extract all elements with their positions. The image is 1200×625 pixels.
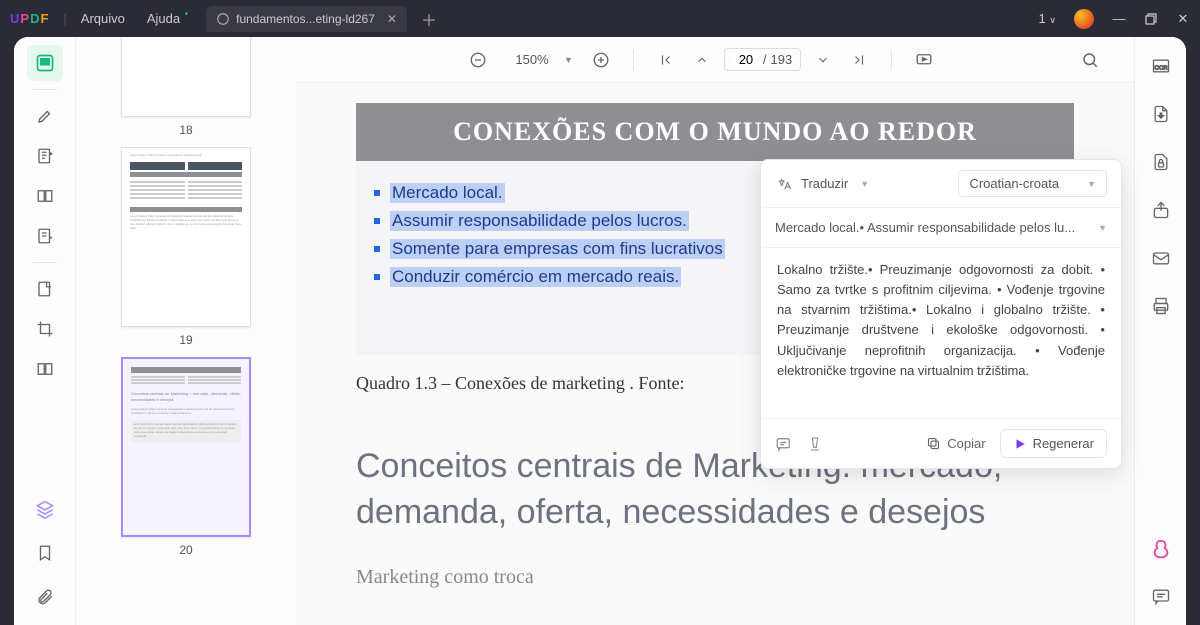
search-button[interactable] <box>1076 46 1104 74</box>
presentation-button[interactable] <box>910 46 938 74</box>
add-tab-button[interactable]: ＋ <box>421 7 437 31</box>
ai-assistant-button[interactable] <box>1146 535 1176 565</box>
thumbnail-label: 20 <box>121 543 251 557</box>
translate-source-row[interactable]: Mercado local.• Assumir responsabilidade… <box>761 208 1121 248</box>
minimize-button[interactable]: — <box>1112 11 1126 26</box>
target-language-label: Croatian-croata <box>969 176 1059 191</box>
bookmark-button[interactable] <box>27 535 63 571</box>
translate-panel: Traduzir ▼ Croatian-croata ▼ Mercado loc… <box>760 159 1122 469</box>
layers-button[interactable] <box>27 491 63 527</box>
chevron-down-icon: ▼ <box>1098 223 1107 233</box>
regenerate-label: Regenerar <box>1033 436 1094 451</box>
page-current-input[interactable] <box>733 52 759 67</box>
ocr-button[interactable]: OCR <box>1146 51 1176 81</box>
email-button[interactable] <box>1146 243 1176 273</box>
viewer-toolbar: 150% ▼ / 193 <box>296 37 1134 83</box>
regenerate-button[interactable]: Regenerar <box>1000 429 1107 458</box>
app-logo: UPDF <box>10 11 49 26</box>
thumbnails-panel: Lorem ipsum dolor sit amet consectetur a… <box>76 37 296 625</box>
translate-panel-header: Traduzir ▼ Croatian-croata ▼ <box>761 160 1121 208</box>
chevron-down-icon[interactable]: ▼ <box>860 179 869 189</box>
zoom-out-button[interactable] <box>464 46 492 74</box>
print-button[interactable] <box>1146 291 1176 321</box>
thumbnails-panel-button[interactable] <box>27 45 63 81</box>
document-tab-title: fundamentos...eting-ld267 <box>236 12 375 26</box>
menu-file[interactable]: Arquivo <box>81 11 125 26</box>
thumbnail-18[interactable]: Lorem ipsum dolor sit amet consectetur a… <box>121 37 251 137</box>
translate-output[interactable]: Lokalno tržište.• Preuzimanje odgovornos… <box>761 248 1121 418</box>
thumbnail-label: 18 <box>121 123 251 137</box>
chat-button[interactable] <box>1146 581 1176 611</box>
chevron-down-icon: ▼ <box>1087 179 1096 189</box>
svg-text:OCR: OCR <box>1154 65 1167 71</box>
zoom-value[interactable]: 150% <box>510 52 554 67</box>
highlighter-tool[interactable] <box>27 98 63 134</box>
zoom-dropdown-icon[interactable]: ▼ <box>564 55 573 65</box>
stamp-tool[interactable] <box>27 351 63 387</box>
thumbnail-label: 19 <box>121 333 251 347</box>
doc-item-1[interactable]: Mercado local. <box>390 183 505 203</box>
tab-close-icon[interactable]: ✕ <box>387 12 397 26</box>
document-tab[interactable]: fundamentos...eting-ld267 ✕ <box>206 6 407 32</box>
text-tool[interactable] <box>27 178 63 214</box>
translate-icon <box>775 175 793 193</box>
page-indicator[interactable]: / 193 <box>724 48 801 71</box>
doc-item-4[interactable]: Conduzir comércio em mercado reais. <box>390 267 681 287</box>
window-count[interactable]: 1 ∨ <box>1039 11 1056 26</box>
form-tool[interactable] <box>27 218 63 254</box>
titlebar: UPDF | Arquivo Ajuda fundamentos...eting… <box>0 0 1200 37</box>
translate-panel-footer: Copiar Regenerar <box>761 418 1121 468</box>
document-tab-icon <box>216 12 230 26</box>
maximize-button[interactable] <box>1144 13 1158 25</box>
target-language-select[interactable]: Croatian-croata ▼ <box>958 170 1107 197</box>
left-tool-rail <box>14 37 76 625</box>
first-page-button[interactable] <box>652 46 680 74</box>
copy-button[interactable]: Copiar <box>926 436 985 451</box>
translate-source-text: Mercado local.• Assumir responsabilidade… <box>775 220 1075 235</box>
export-button[interactable] <box>1146 99 1176 129</box>
zoom-in-button[interactable] <box>587 46 615 74</box>
attachment-button[interactable] <box>27 579 63 615</box>
thumbnail-19[interactable]: Lorem ipsum dolor sit amet consectetur a… <box>121 147 251 347</box>
doc-subheading: Marketing como troca <box>356 566 1074 589</box>
thumbnail-20[interactable]: Conceitos centrais de Marketing = mercad… <box>121 357 251 557</box>
doc-item-3[interactable]: Somente para empresas com fins lucrativo… <box>390 239 725 259</box>
main-area: Lorem ipsum dolor sit amet consectetur a… <box>14 37 1186 625</box>
prev-page-button[interactable] <box>688 46 716 74</box>
last-page-button[interactable] <box>845 46 873 74</box>
highlight-result-button[interactable] <box>807 435 823 453</box>
close-button[interactable]: ✕ <box>1176 11 1190 27</box>
user-avatar[interactable] <box>1074 9 1094 29</box>
menu-help[interactable]: Ajuda <box>147 11 180 26</box>
feedback-button[interactable] <box>775 435 793 453</box>
divider: | <box>63 11 66 26</box>
copy-label: Copiar <box>947 436 985 451</box>
crop-tool[interactable] <box>27 311 63 347</box>
protect-button[interactable] <box>1146 147 1176 177</box>
doc-item-2[interactable]: Assumir responsabilidade pelos lucros. <box>390 211 689 231</box>
translate-action-label[interactable]: Traduzir <box>801 176 848 191</box>
page-sep: / <box>763 52 767 67</box>
doc-banner: CONEXÕES COM O MUNDO AO REDOR <box>356 103 1074 161</box>
next-page-button[interactable] <box>809 46 837 74</box>
redact-tool[interactable] <box>27 271 63 307</box>
play-icon <box>1013 437 1027 451</box>
note-tool[interactable] <box>27 138 63 174</box>
share-button[interactable] <box>1146 195 1176 225</box>
page-total: 193 <box>771 52 793 67</box>
right-tool-rail: OCR <box>1134 37 1186 625</box>
